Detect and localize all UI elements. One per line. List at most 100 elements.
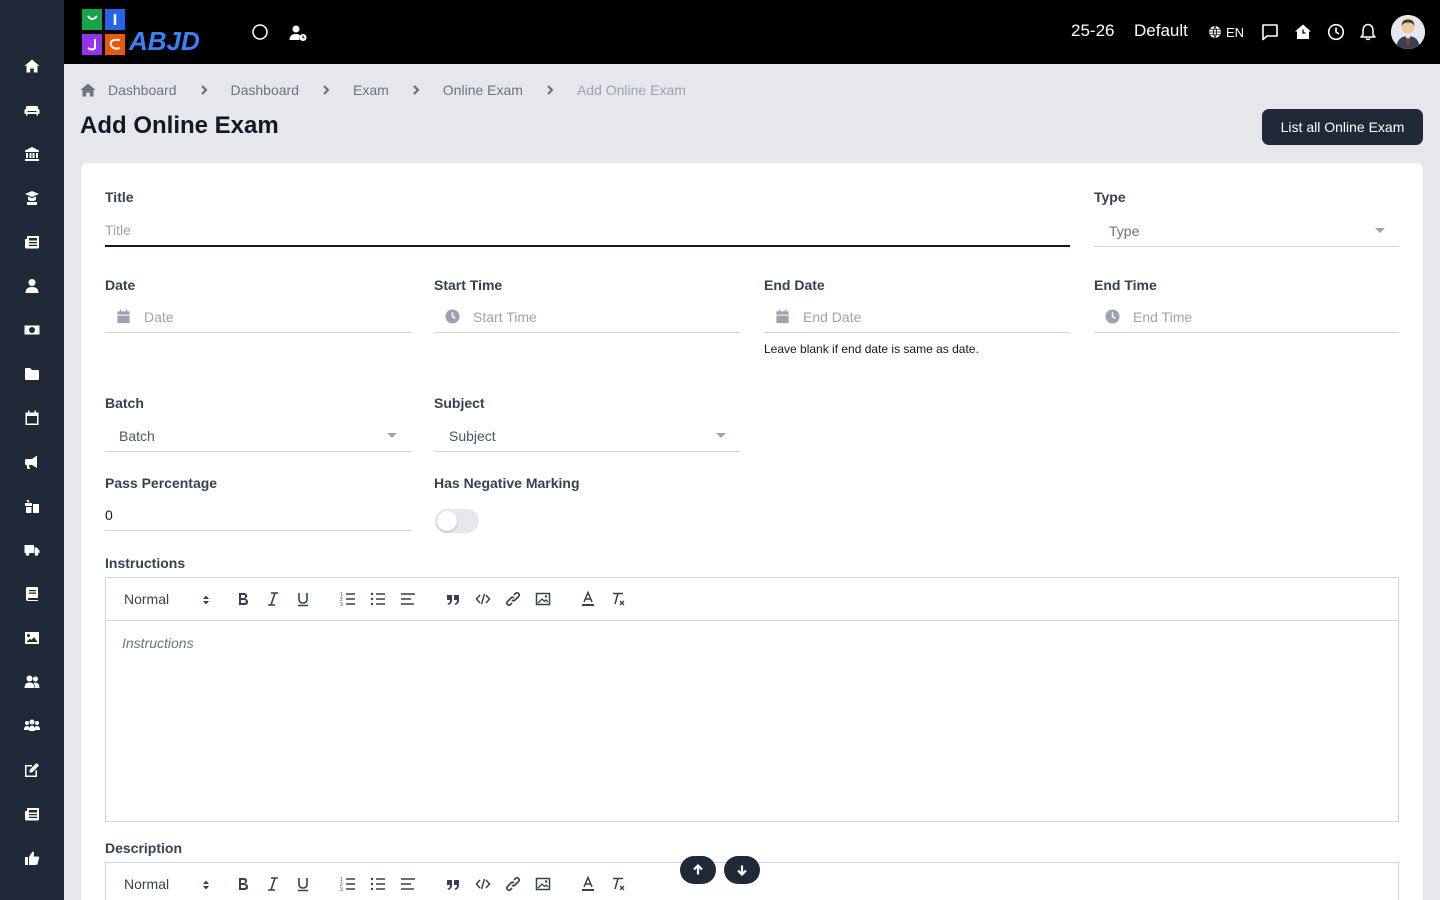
people-group-icon[interactable] [20, 714, 44, 738]
align-button[interactable] [399, 590, 417, 608]
folder-icon[interactable] [20, 362, 44, 386]
breadcrumb-online-exam[interactable]: Online Exam [443, 82, 523, 98]
blockquote-button[interactable] [444, 875, 462, 893]
end-date-label: End Date [764, 277, 825, 293]
breadcrumb-dashboard[interactable]: Dashboard [108, 82, 177, 98]
money-icon[interactable] [20, 318, 44, 342]
ordered-list-button[interactable]: 123 [339, 875, 357, 893]
truck-icon[interactable] [20, 538, 44, 562]
profile-selector[interactable]: Default [1134, 21, 1188, 41]
bold-button[interactable] [234, 590, 252, 608]
school-home-icon[interactable] [1291, 20, 1315, 44]
list-all-online-exam-button[interactable]: List all Online Exam [1262, 109, 1423, 145]
batch-select[interactable]: Batch [105, 420, 411, 452]
end-date-help: Leave blank if end date is same as date. [764, 342, 979, 356]
users-icon[interactable] [20, 670, 44, 694]
news-icon[interactable] [20, 802, 44, 826]
newspaper-icon[interactable] [20, 230, 44, 254]
end-date-field[interactable] [764, 301, 1070, 333]
text-color-button[interactable] [579, 590, 597, 608]
instructions-toolbar: Normal 123 [106, 578, 1398, 621]
home-icon[interactable] [80, 82, 96, 98]
subject-label: Subject [434, 395, 485, 411]
negative-marking-toggle[interactable] [435, 509, 479, 533]
clock-icon [1105, 309, 1120, 325]
student-icon[interactable] [20, 186, 44, 210]
italic-button[interactable] [264, 875, 282, 893]
edit-icon[interactable] [20, 758, 44, 782]
user-avatar[interactable] [1391, 15, 1425, 49]
negative-marking-label: Has Negative Marking [434, 475, 580, 491]
format-select-value: Normal [124, 591, 170, 607]
home-icon[interactable] [20, 54, 44, 78]
end-time-input[interactable] [1133, 308, 1399, 325]
image-button[interactable] [534, 875, 552, 893]
breadcrumb-dashboard-2[interactable]: Dashboard [231, 82, 300, 98]
gifts-icon[interactable] [20, 494, 44, 518]
underline-button[interactable] [294, 590, 312, 608]
chevron-right-icon [195, 81, 213, 99]
chevron-down-icon [716, 433, 726, 438]
title-input[interactable] [105, 222, 1070, 238]
italic-button[interactable] [264, 590, 282, 608]
session-selector[interactable]: 25-26 [1071, 21, 1114, 41]
scroll-up-button[interactable] [680, 856, 716, 884]
clock-icon [445, 309, 460, 325]
date-field[interactable] [105, 301, 411, 333]
instructions-label: Instructions [105, 555, 186, 571]
loading-circle-icon[interactable] [248, 20, 272, 44]
blockquote-button[interactable] [444, 590, 462, 608]
bullet-list-button[interactable] [369, 590, 387, 608]
clear-format-button[interactable] [609, 590, 627, 608]
arrow-up-icon [693, 864, 703, 875]
breadcrumb-exam[interactable]: Exam [353, 82, 389, 98]
user-tie-icon[interactable] [20, 274, 44, 298]
abjd-logo[interactable]: ABJD [80, 8, 225, 56]
title-field [105, 215, 1070, 247]
book-icon[interactable] [20, 582, 44, 606]
date-input[interactable] [144, 308, 411, 325]
description-label: Description [105, 840, 183, 856]
type-placeholder: Type [1109, 222, 1140, 239]
clock-icon[interactable] [1324, 20, 1348, 44]
clear-format-button[interactable] [609, 875, 627, 893]
title-label: Title [105, 189, 134, 205]
calendar-icon[interactable] [20, 406, 44, 430]
language-selector[interactable]: EN [1206, 20, 1246, 44]
underline-button[interactable] [294, 875, 312, 893]
bold-button[interactable] [234, 875, 252, 893]
subject-select[interactable]: Subject [434, 420, 740, 452]
megaphone-icon[interactable] [20, 450, 44, 474]
bullet-list-button[interactable] [369, 875, 387, 893]
format-select[interactable]: Normal [124, 876, 210, 892]
pass-percentage-input[interactable] [105, 506, 411, 523]
start-time-field[interactable] [434, 301, 740, 333]
chevron-right-icon [317, 81, 335, 99]
type-select[interactable]: Type [1094, 215, 1399, 247]
globe-icon [1209, 25, 1221, 39]
message-icon[interactable] [1258, 20, 1282, 44]
align-button[interactable] [399, 875, 417, 893]
bell-icon[interactable] [1356, 20, 1380, 44]
code-button[interactable] [474, 590, 492, 608]
instructions-editor: Normal 123 Instructions [105, 577, 1399, 822]
format-select[interactable]: Normal [124, 591, 210, 607]
image-button[interactable] [534, 590, 552, 608]
instructions-body[interactable]: Instructions [106, 621, 1398, 821]
image-icon[interactable] [20, 626, 44, 650]
text-color-button[interactable] [579, 875, 597, 893]
end-date-input[interactable] [803, 308, 1070, 325]
link-button[interactable] [504, 875, 522, 893]
svg-text:ABJD: ABJD [128, 26, 200, 56]
institution-icon[interactable] [20, 142, 44, 166]
scroll-down-button[interactable] [724, 856, 760, 884]
link-button[interactable] [504, 590, 522, 608]
thumbs-up-icon[interactable] [20, 846, 44, 870]
sofa-icon[interactable] [20, 98, 44, 122]
start-time-input[interactable] [473, 308, 740, 325]
language-label: EN [1225, 24, 1245, 40]
user-clock-icon[interactable] [286, 21, 310, 45]
ordered-list-button[interactable]: 123 [339, 590, 357, 608]
end-time-field[interactable] [1094, 301, 1399, 333]
code-button[interactable] [474, 875, 492, 893]
